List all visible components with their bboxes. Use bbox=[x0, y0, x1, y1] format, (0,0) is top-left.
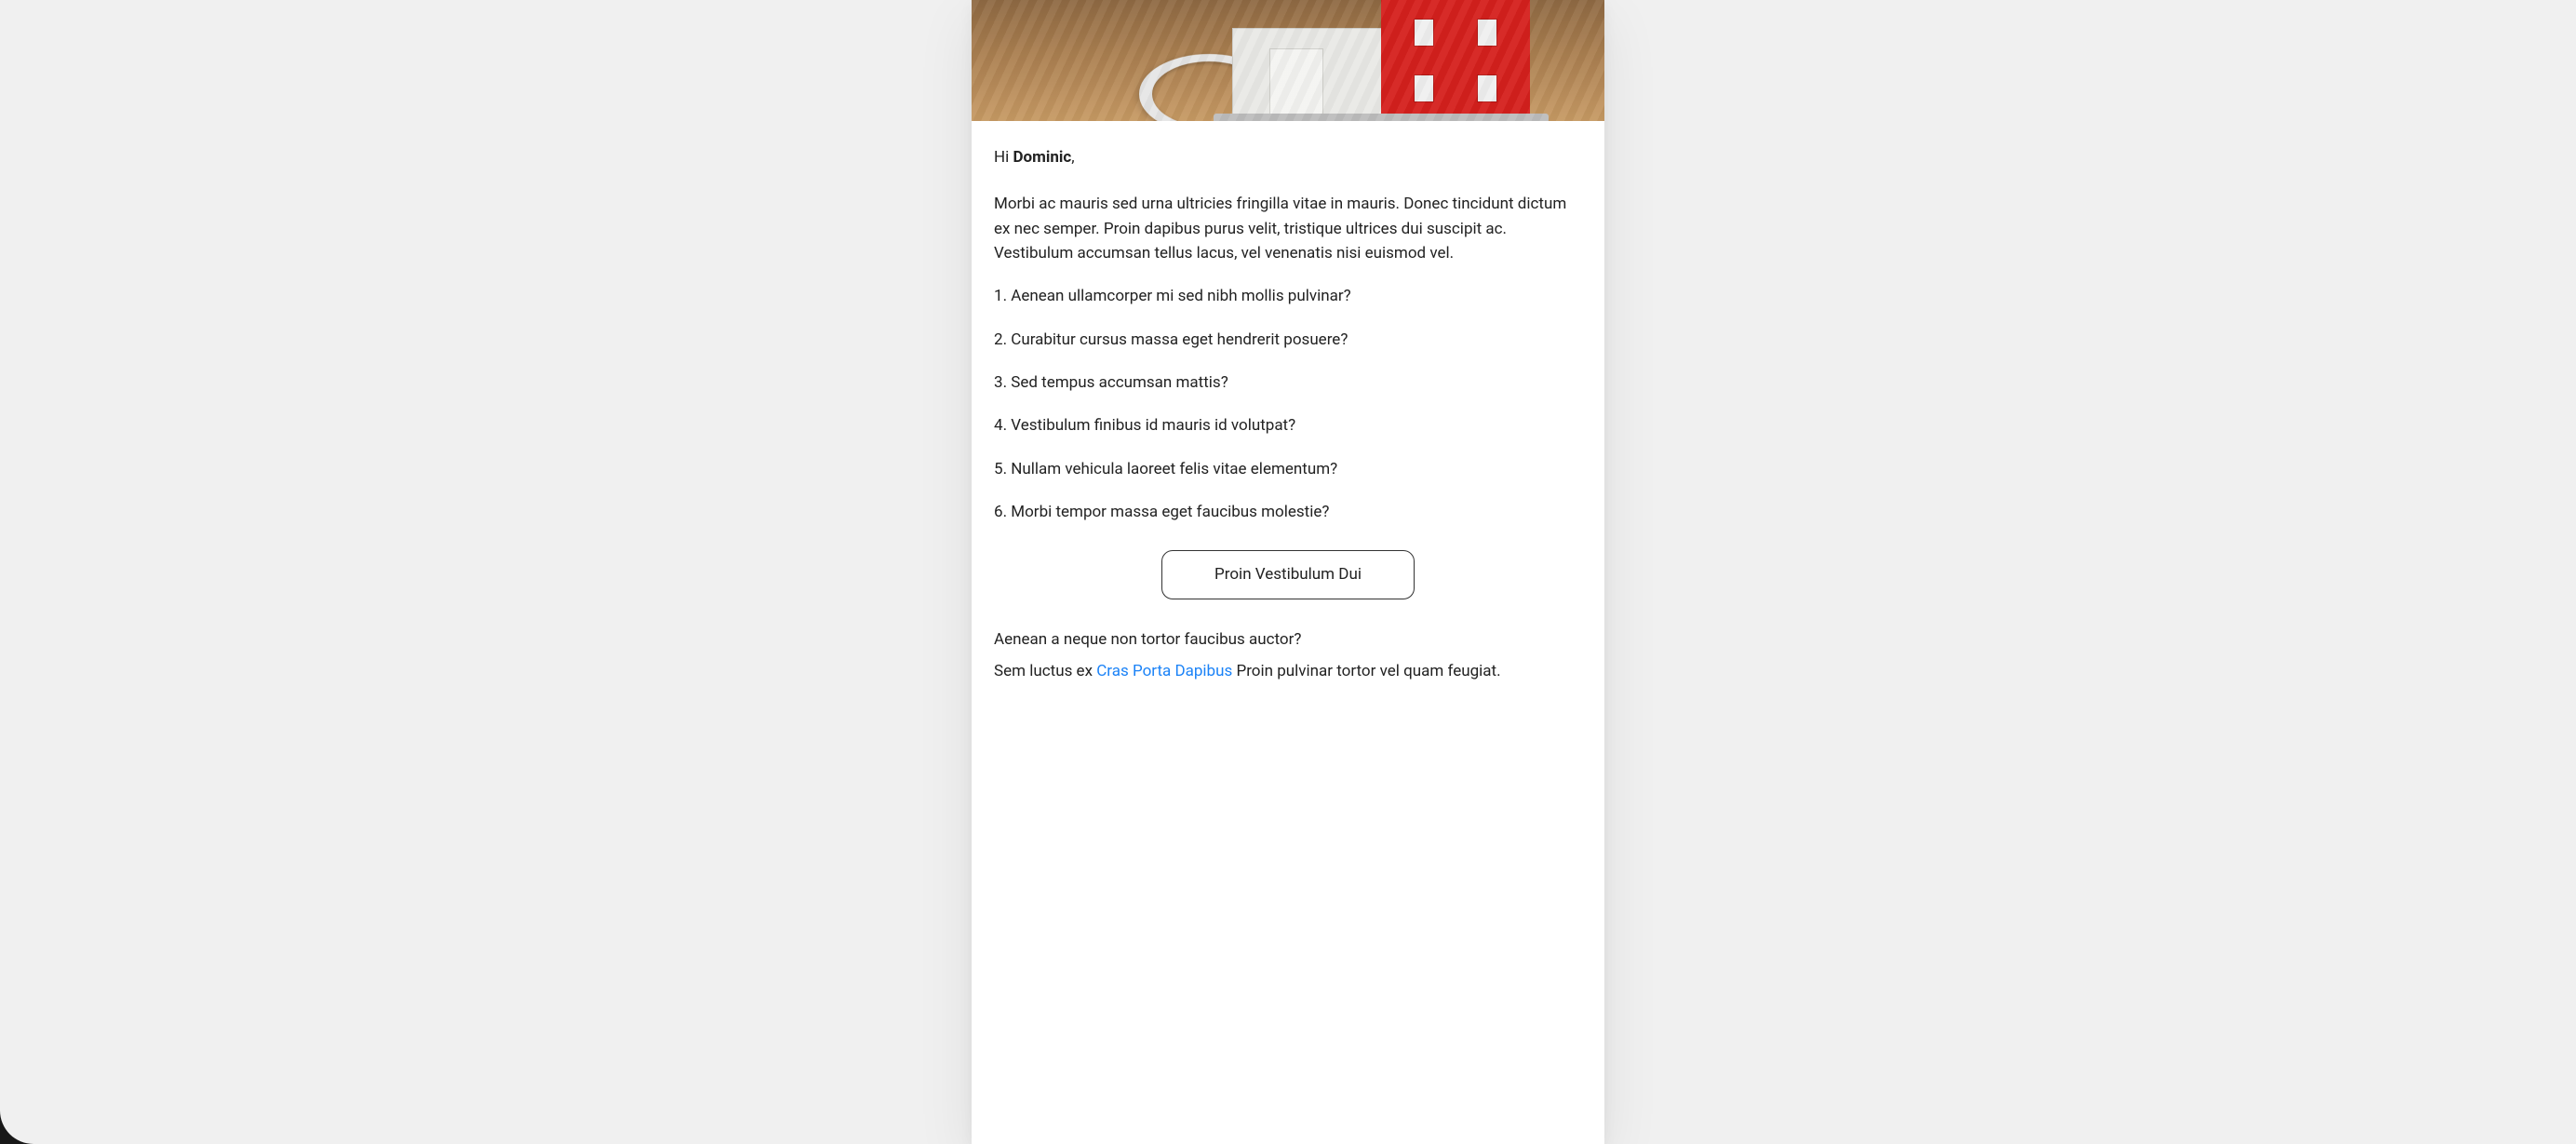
list-item: Curabitur cursus massa eget hendrerit po… bbox=[994, 328, 1582, 352]
email-body: Hi Dominic, Morbi ac mauris sed urna ult… bbox=[972, 121, 1604, 720]
keyring-icon bbox=[1139, 54, 1279, 121]
greeting-line: Hi Dominic, bbox=[994, 145, 1582, 169]
email-card: Hi Dominic, Morbi ac mauris sed urna ult… bbox=[972, 0, 1604, 1144]
greeting-suffix: , bbox=[1071, 148, 1074, 167]
followup-link[interactable]: Cras Porta Dapibus bbox=[1096, 662, 1232, 680]
followup-pre: Sem luctus ex bbox=[994, 662, 1096, 680]
house-illustration bbox=[1214, 0, 1549, 121]
list-item: Sed tempus accumsan mattis? bbox=[994, 370, 1582, 395]
followup-line-2: Sem luctus ex Cras Porta Dapibus Proin p… bbox=[994, 659, 1582, 683]
list-item: Nullam vehicula laoreet felis vitae elem… bbox=[994, 457, 1582, 481]
greeting-name: Dominic bbox=[1013, 148, 1071, 167]
intro-paragraph: Morbi ac mauris sed urna ultricies fring… bbox=[994, 192, 1582, 265]
cta-button[interactable]: Proin Vestibulum Dui bbox=[1161, 550, 1415, 599]
followup-line-1: Aenean a neque non tortor faucibus aucto… bbox=[994, 627, 1582, 652]
window-corner bbox=[0, 1110, 34, 1144]
followup-post: Proin pulvinar tortor vel quam feugiat. bbox=[1232, 662, 1500, 680]
list-item: Morbi tempor massa eget faucibus molesti… bbox=[994, 500, 1582, 524]
greeting-prefix: Hi bbox=[994, 148, 1013, 167]
question-list: Aenean ullamcorper mi sed nibh mollis pu… bbox=[994, 284, 1582, 524]
list-item: Aenean ullamcorper mi sed nibh mollis pu… bbox=[994, 284, 1582, 308]
cta-container: Proin Vestibulum Dui bbox=[994, 550, 1582, 599]
list-item: Vestibulum finibus id mauris id volutpat… bbox=[994, 413, 1582, 437]
hero-image bbox=[972, 0, 1604, 121]
